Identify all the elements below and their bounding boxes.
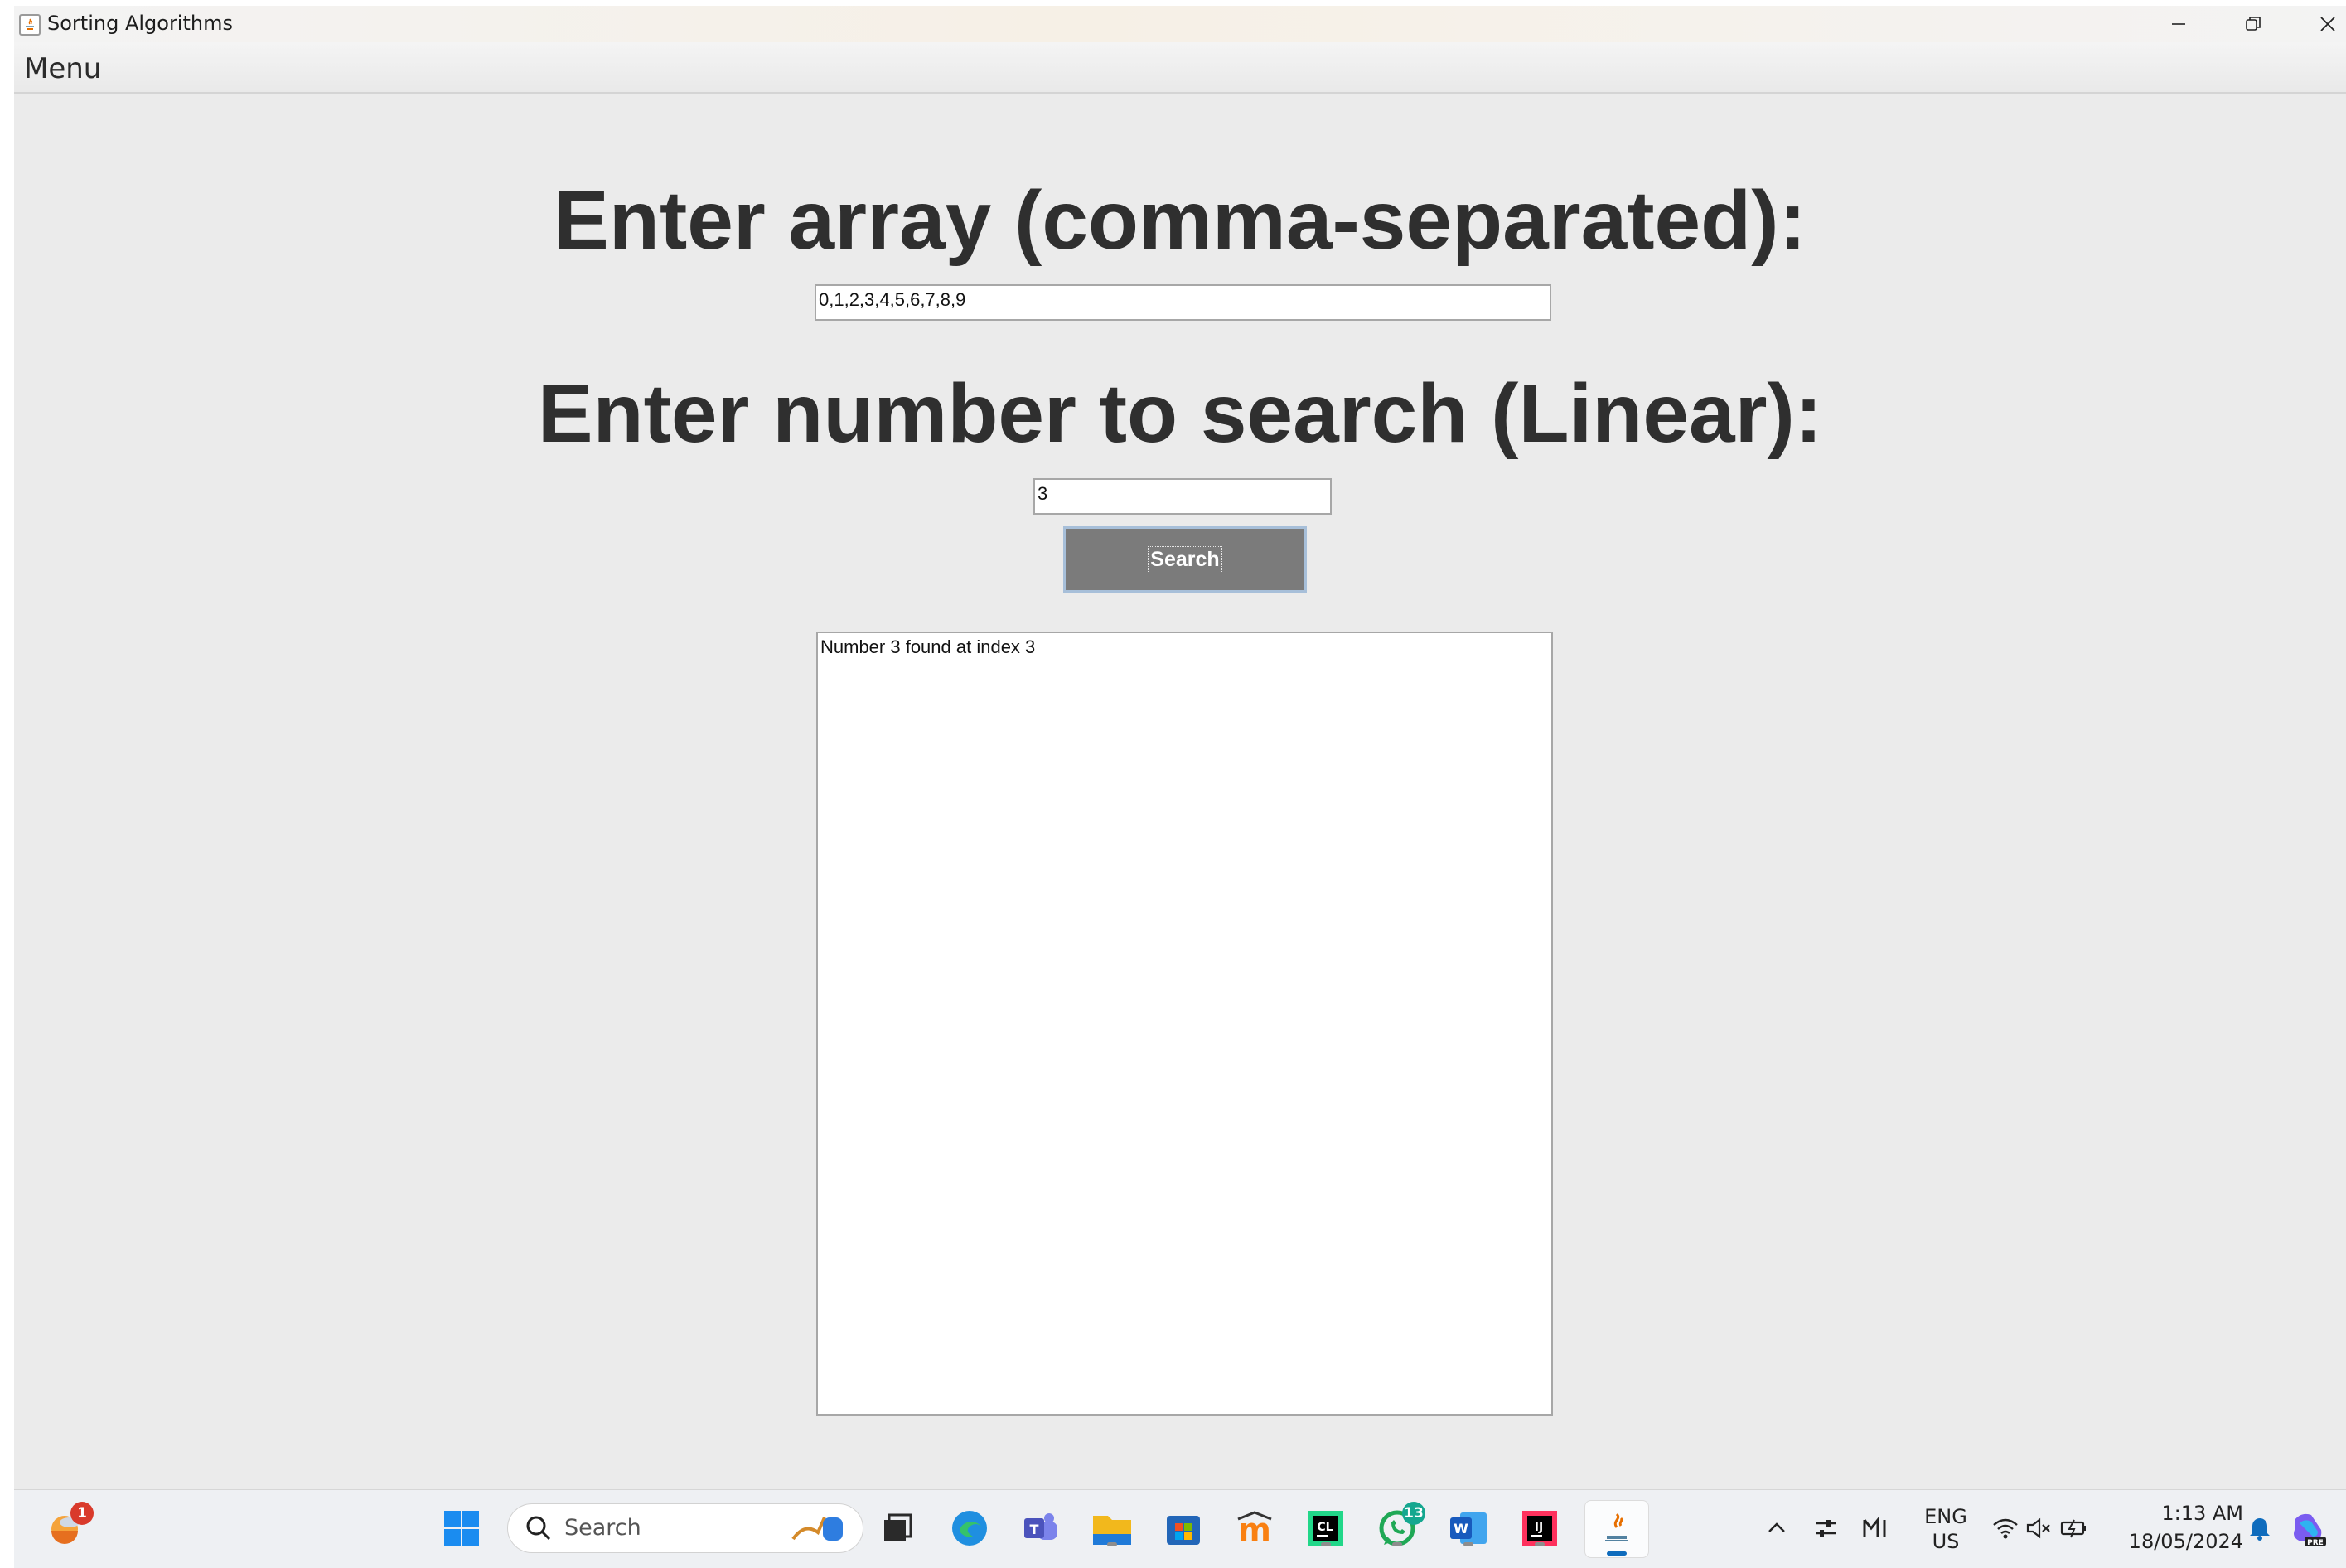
app-window: Sorting Algorithms Menu Enter array (com… <box>14 6 2346 1489</box>
taskbar-search[interactable]: Search <box>507 1503 863 1553</box>
network-button[interactable] <box>1989 1507 2022 1550</box>
close-button[interactable] <box>2290 6 2346 42</box>
edge-icon <box>952 1511 987 1546</box>
svg-text:IJ: IJ <box>1535 1521 1543 1534</box>
weather-widget[interactable]: 1 <box>44 1502 94 1550</box>
svg-text:CL: CL <box>1317 1521 1333 1534</box>
taskbar-app-intellij-idea[interactable]: IJ <box>1518 1507 1561 1550</box>
taskbar-app-file-explorer[interactable] <box>1091 1507 1134 1550</box>
search-icon <box>526 1516 551 1541</box>
taskbar-app-teams[interactable]: T <box>1019 1507 1062 1550</box>
clock[interactable]: 1:13 AM 18/05/2024 <box>2111 1502 2243 1553</box>
volume-button[interactable] <box>2022 1507 2055 1550</box>
result-text: Number 3 found at index 3 <box>820 636 1036 657</box>
clock-date: 18/05/2024 <box>2128 1530 2243 1553</box>
language-code: ENG <box>1924 1505 1967 1528</box>
start-button[interactable] <box>440 1507 483 1550</box>
taskbar-app-whatsapp[interactable]: 13 <box>1376 1502 1425 1550</box>
taskbar-app-moodle[interactable]: m <box>1233 1507 1276 1550</box>
running-indicator <box>1535 1542 1545 1546</box>
wifi-icon <box>1993 1518 2018 1539</box>
array-input[interactable]: 0,1,2,3,4,5,6,7,8,9 <box>815 284 1551 321</box>
volume-muted-icon <box>2026 1517 2050 1539</box>
taskbar-app-java[interactable] <box>1584 1500 1649 1558</box>
running-indicator <box>1107 1542 1117 1546</box>
java-app-icon <box>19 14 41 36</box>
keyboard-layout: US <box>1932 1530 1960 1553</box>
weather-badge: 1 <box>70 1502 94 1525</box>
search-button[interactable]: Search <box>1063 526 1307 593</box>
taskbar-app-microsoft-store[interactable] <box>1162 1507 1205 1550</box>
minimize-icon <box>2172 23 2185 25</box>
language-indicator[interactable]: ENG US <box>1915 1505 1976 1553</box>
battery-charging-icon <box>2060 1519 2086 1538</box>
menu-bar: Menu <box>14 42 2346 94</box>
taskbar-app-edge[interactable] <box>948 1507 991 1550</box>
store-icon <box>1167 1516 1200 1545</box>
search-highlight-icon <box>791 1517 843 1541</box>
window-title: Sorting Algorithms <box>47 12 233 35</box>
menu-item-menu[interactable]: Menu <box>24 52 101 85</box>
taskbar: 1 Search T m CL 13 W IJ ENG US 1:13 AM 1… <box>14 1489 2346 1568</box>
search-button-label: Search <box>1148 545 1222 573</box>
search-number-input[interactable]: 3 <box>1033 478 1332 515</box>
task-view-icon <box>884 1513 912 1541</box>
chevron-up-icon <box>1768 1522 1785 1532</box>
title-bar[interactable]: Sorting Algorithms <box>14 6 2346 42</box>
clock-time: 1:13 AM <box>2161 1502 2243 1525</box>
audio-meter-icon <box>1863 1517 1886 1537</box>
taskbar-app-clion[interactable]: CL <box>1304 1507 1347 1550</box>
taskbar-app-task-view[interactable] <box>876 1507 919 1550</box>
svg-text:W: W <box>1454 1521 1468 1537</box>
svg-text:PRE: PRE <box>2307 1539 2324 1547</box>
bell-icon <box>2250 1518 2270 1541</box>
svg-text:T: T <box>1030 1522 1039 1537</box>
copilot-button[interactable]: PRE <box>2286 1507 2329 1550</box>
battery-button[interactable] <box>2057 1507 2090 1550</box>
notifications-button[interactable] <box>2243 1507 2276 1550</box>
minimize-button[interactable] <box>2141 6 2216 42</box>
active-indicator <box>1607 1551 1627 1556</box>
taskbar-app-word[interactable]: W <box>1447 1507 1490 1550</box>
whatsapp-badge: 13 <box>1402 1502 1425 1525</box>
java-icon <box>1605 1512 1628 1541</box>
running-indicator <box>1463 1542 1473 1546</box>
restore-button[interactable] <box>2216 6 2290 42</box>
moodle-icon: m <box>1237 1511 1272 1547</box>
teams-icon: T <box>1024 1513 1057 1540</box>
copilot-icon: PRE <box>2294 1513 2326 1547</box>
search-number-label: Enter number to search (Linear): <box>537 367 1823 460</box>
restore-icon <box>2246 17 2261 31</box>
sliders-icon <box>1816 1520 1836 1537</box>
tray-settings-button[interactable] <box>1809 1507 1842 1550</box>
tray-app-button[interactable] <box>1859 1507 1892 1550</box>
running-indicator <box>1392 1542 1402 1546</box>
windows-start-icon <box>444 1511 479 1546</box>
result-text-area[interactable]: Number 3 found at index 3 <box>816 632 1553 1416</box>
show-hidden-icons-button[interactable] <box>1760 1507 1793 1550</box>
running-indicator <box>1321 1542 1331 1546</box>
taskbar-search-label: Search <box>564 1515 641 1541</box>
close-icon <box>2320 17 2335 31</box>
array-label: Enter array (comma-separated): <box>554 174 1807 267</box>
